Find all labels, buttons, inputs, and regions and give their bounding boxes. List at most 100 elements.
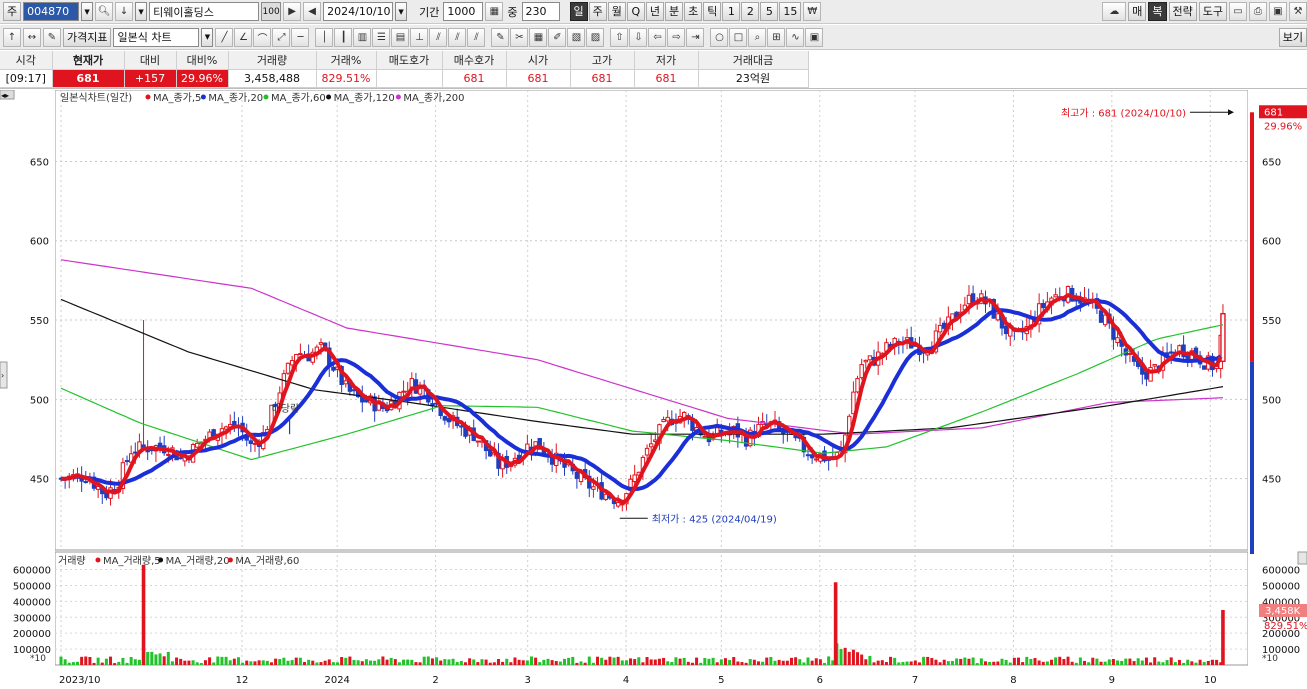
save-icon[interactable]: ▣ (1269, 2, 1287, 21)
volume-bar (517, 659, 521, 665)
price-legend: 일본식차트(일간) (60, 92, 132, 104)
stock-code-input[interactable]: 004870 (23, 2, 80, 21)
back-icon[interactable]: ◀ (303, 2, 322, 21)
won-icon[interactable]: ₩ (803, 2, 822, 21)
interval-button-5[interactable]: 분 (665, 2, 684, 21)
candlestick-chart[interactable]: 450 450500 500550 550600 600650 650100000 1000… (0, 89, 1307, 686)
interval-button-2[interactable]: 월 (607, 2, 626, 21)
volume-bar (563, 658, 567, 665)
volume-bar (220, 656, 224, 665)
interval-button-9[interactable]: 2 (741, 2, 760, 21)
volume-bar (1066, 656, 1070, 665)
interval-button-8[interactable]: 1 (722, 2, 741, 21)
folder-icon[interactable]: ▭ (1229, 2, 1247, 21)
chart-type-select[interactable]: 일본식 차트 (113, 27, 200, 47)
stock-name-field[interactable]: 티웨이홀딩스 (149, 2, 260, 21)
volume-bar (777, 659, 781, 665)
drawing-tool-icon-25[interactable]: ○ (710, 27, 729, 47)
interval-button-6[interactable]: 초 (684, 2, 703, 21)
volume-bar (290, 660, 294, 665)
drawing-tool-icon-29[interactable]: ∿ (786, 27, 805, 47)
volume-bar (719, 659, 723, 665)
drawing-tool-icon-22[interactable]: ⇦ (648, 27, 667, 47)
price-ma-legend-1: MA_종가,20 (208, 92, 263, 104)
drawing-tool-icon-13[interactable]: ⫽ (467, 27, 486, 47)
drawing-tool-icon-23[interactable]: ⇨ (667, 27, 686, 47)
interval-button-0[interactable]: 일 (569, 2, 588, 21)
drawing-tool-icon-1[interactable]: ∠ (234, 27, 253, 47)
drawing-tool-icon-8[interactable]: ☰ (372, 27, 391, 47)
drawing-tool-icon-4[interactable]: ─ (291, 27, 310, 47)
date-dropdown-icon[interactable]: ▼ (395, 2, 408, 21)
settings-icon[interactable]: ⚒ (1289, 2, 1307, 21)
quote-panel: 시각 현재가 대비 대비% 거래량 거래% 매도호가 매수호가 시가 고가 저가 거래대금 [09:1… (0, 51, 1307, 89)
date-input[interactable]: 2024/10/10 (323, 2, 394, 21)
cloud-icon[interactable]: ☁ (1102, 2, 1127, 21)
search-icon[interactable]: 🔍︎ (95, 2, 114, 21)
drawing-tool-icon-28[interactable]: ⊞ (767, 27, 786, 47)
sort-dropdown-icon[interactable]: ▼ (135, 2, 148, 21)
play-icon[interactable]: ▶ (283, 2, 302, 21)
weight-input[interactable]: 230 (521, 2, 560, 21)
edit-icon[interactable]: ✎ (43, 27, 61, 47)
code-dropdown-icon[interactable]: ▼ (81, 2, 94, 21)
interval-button-1[interactable]: 주 (588, 2, 607, 21)
drawing-tool-icon-3[interactable]: ⤢ (272, 27, 291, 47)
drawing-tool-icon-14[interactable]: ✎ (491, 27, 510, 47)
drawing-tool-icon-19[interactable]: ▨ (586, 27, 605, 47)
volume-bar (463, 662, 467, 665)
volume-bar (1206, 660, 1210, 665)
chart-type-dropdown-icon[interactable]: ▼ (201, 27, 214, 47)
volume-bar (703, 658, 707, 665)
right-button-3[interactable]: 도구 (1198, 2, 1227, 21)
drawing-tool-icon-11[interactable]: ⫽ (429, 27, 448, 47)
print-icon[interactable]: ⎙ (1249, 2, 1267, 21)
interval-button-7[interactable]: 틱 (703, 2, 722, 21)
volume-bar (913, 660, 917, 665)
view-button[interactable]: 보기 (1278, 27, 1307, 47)
volume-bar (542, 659, 546, 665)
drawing-tool-icon-17[interactable]: ✐ (548, 27, 567, 47)
drawing-tool-icon-15[interactable]: ✂ (510, 27, 529, 47)
drawing-tool-icon-27[interactable]: ⌕ (748, 27, 767, 47)
interval-button-3[interactable]: Q (626, 2, 645, 21)
grid-icon[interactable]: ▦ (485, 2, 504, 21)
interval-button-11[interactable]: 15 (779, 2, 802, 21)
volume-bar (274, 658, 278, 665)
drawing-tool-icon-16[interactable]: ▦ (529, 27, 548, 47)
drawing-tool-icon-2[interactable]: ⌒ (253, 27, 272, 47)
volume-bar (1103, 661, 1107, 665)
drawing-tool-icon-6[interactable]: ┃ (334, 27, 353, 47)
drawing-tool-icon-12[interactable]: ⫽ (448, 27, 467, 47)
interval-button-10[interactable]: 5 (760, 2, 779, 21)
drawing-tool-icon-20[interactable]: ⇧ (610, 27, 629, 47)
market-type-button[interactable]: 주 (3, 2, 22, 21)
drawing-tool-icon-5[interactable]: │ (315, 27, 334, 47)
drawing-tool-icon-10[interactable]: ⊥ (410, 27, 429, 47)
right-button-1[interactable]: 복 (1148, 2, 1167, 21)
candle-body (1003, 325, 1009, 335)
volume-bar (662, 657, 666, 665)
drawing-tool-icon-26[interactable]: □ (729, 27, 748, 47)
volume-bar (1008, 662, 1012, 665)
drawing-tool-icon-21[interactable]: ⇩ (629, 27, 648, 47)
up-arrow-icon[interactable]: ↑ (3, 27, 21, 47)
right-button-2[interactable]: 전략 (1168, 2, 1197, 21)
drawing-tool-icon-30[interactable]: ▣ (805, 27, 824, 47)
volume-bar (311, 660, 315, 665)
right-button-0[interactable]: 매 (1128, 2, 1147, 21)
period-input[interactable]: 1000 (443, 2, 484, 21)
drawing-tool-icon-0[interactable]: ╱ (215, 27, 234, 47)
interval-button-4[interactable]: 년 (645, 2, 664, 21)
quote-header-10: 저가 (634, 51, 699, 70)
drawing-tool-icon-9[interactable]: ▤ (391, 27, 410, 47)
volume-bar (959, 658, 963, 665)
volume-ma-legend-1: MA_거래량,20 (166, 555, 230, 567)
volume-bar (265, 660, 269, 665)
drawing-tool-icon-18[interactable]: ▧ (567, 27, 586, 47)
drawing-tool-icon-7[interactable]: ▥ (353, 27, 372, 47)
indicator-button[interactable]: 가격지표 (63, 27, 112, 47)
sort-icon[interactable]: ↓ (115, 2, 134, 21)
drawing-tool-icon-24[interactable]: ⇥ (686, 27, 705, 47)
expand-icon[interactable]: ↔ (23, 27, 41, 47)
